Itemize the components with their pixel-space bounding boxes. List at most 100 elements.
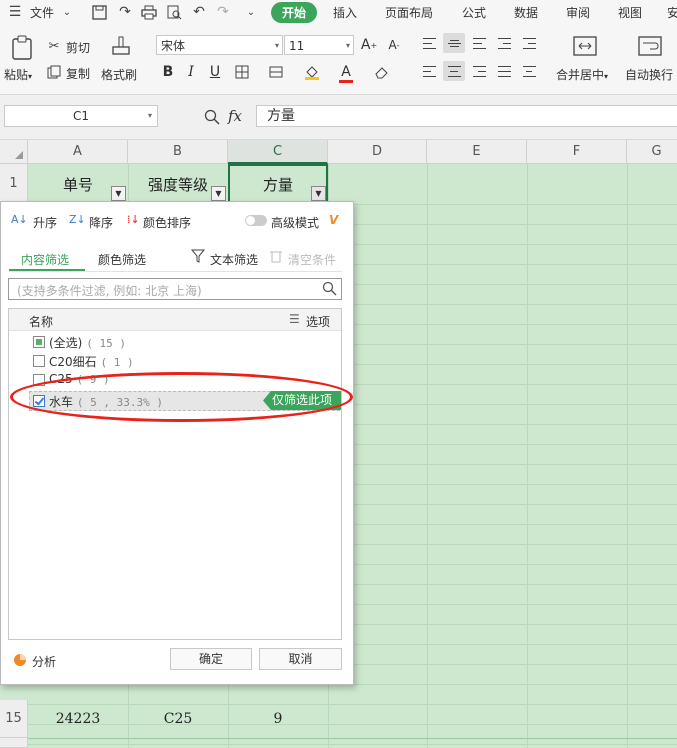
merge-center-button[interactable]: 合并居中▾	[556, 66, 608, 83]
tab-formulas[interactable]: 公式	[462, 4, 486, 21]
eraser-icon[interactable]	[372, 62, 392, 82]
align-right-icon[interactable]	[468, 61, 490, 81]
tab-page-layout[interactable]: 页面布局	[385, 4, 433, 21]
align-bottom-icon[interactable]	[468, 33, 490, 53]
tab-home[interactable]: 开始	[271, 2, 317, 23]
hamburger-icon[interactable]: ☰	[6, 3, 24, 21]
color-sort-button[interactable]: 颜色排序	[143, 214, 191, 231]
cut-button[interactable]: 剪切	[66, 39, 90, 56]
checkbox-c25[interactable]	[33, 374, 45, 386]
undo-icon[interactable]: ↶	[190, 3, 208, 21]
analysis-button[interactable]: 分析	[32, 653, 56, 670]
distribute-icon[interactable]	[518, 61, 540, 81]
advanced-mode-toggle[interactable]	[245, 215, 267, 226]
bold-button[interactable]: B	[158, 62, 178, 82]
tab-content-filter[interactable]: 内容筛选	[21, 251, 69, 268]
copy-icon[interactable]	[46, 64, 62, 80]
zoom-formula-icon[interactable]	[203, 108, 221, 126]
tab-color-filter[interactable]: 颜色筛选	[98, 251, 146, 268]
only-this-button[interactable]: 仅筛选此项	[263, 391, 341, 410]
options-button[interactable]: 选项	[306, 313, 330, 330]
list-item[interactable]: C25 ( 9 )	[49, 372, 110, 386]
filter-dropdown-icon[interactable]: ▼	[211, 186, 226, 201]
select-all-corner[interactable]	[0, 140, 28, 164]
row-header-15[interactable]: 15	[0, 700, 28, 738]
tab-data[interactable]: 数据	[514, 4, 538, 21]
wrap-text-icon[interactable]	[637, 34, 663, 58]
redo-icon[interactable]: ↷	[214, 3, 232, 21]
italic-button[interactable]: I	[181, 62, 201, 82]
checkbox-select-all[interactable]	[33, 336, 45, 348]
font-color-button[interactable]: A	[336, 62, 356, 83]
cell-a15[interactable]: 24223	[28, 700, 128, 738]
indent-decrease-icon[interactable]	[493, 33, 515, 53]
sort-desc-button[interactable]: 降序	[89, 214, 113, 231]
sort-desc-icon[interactable]: Z↓	[69, 213, 86, 226]
print-preview-icon[interactable]	[165, 3, 183, 21]
copy-button[interactable]: 复制	[66, 65, 90, 82]
column-header-c[interactable]: C	[228, 140, 328, 164]
save-icon[interactable]	[90, 3, 108, 21]
tab-review[interactable]: 审阅	[566, 4, 590, 21]
column-header-d[interactable]: D	[328, 140, 427, 164]
sort-asc-icon[interactable]: A↓	[11, 213, 28, 226]
cell-b15[interactable]: C25	[128, 700, 228, 738]
export-icon[interactable]: ↷	[116, 3, 134, 21]
align-center-icon[interactable]	[443, 61, 465, 81]
indent-increase-icon[interactable]	[518, 33, 540, 53]
align-middle-icon[interactable]	[443, 33, 465, 53]
sort-asc-button[interactable]: 升序	[33, 214, 57, 231]
wrap-text-button[interactable]: 自动换行	[625, 66, 673, 83]
row-header-16[interactable]	[0, 738, 28, 748]
column-header-a[interactable]: A	[28, 140, 128, 164]
fx-button[interactable]: fx	[228, 107, 242, 125]
funnel-icon[interactable]	[190, 249, 206, 267]
scissors-icon[interactable]: ✂	[46, 38, 62, 54]
color-sort-icon[interactable]: ⁞↓	[127, 213, 140, 226]
column-header-f[interactable]: F	[527, 140, 627, 164]
cell-style-icon[interactable]	[266, 62, 286, 82]
increase-font-icon[interactable]: A +	[359, 35, 379, 55]
checkbox-water-truck[interactable]	[33, 395, 45, 407]
checkbox-c20[interactable]	[33, 355, 45, 367]
column-header-e[interactable]: E	[427, 140, 527, 164]
pie-chart-icon[interactable]	[13, 653, 27, 670]
row-header-1[interactable]: 1	[0, 164, 28, 204]
more-icon[interactable]: ⌄	[242, 3, 260, 21]
tab-insert[interactable]: 插入	[333, 4, 357, 21]
clear-condition-button[interactable]: 清空条件	[288, 251, 336, 268]
print-icon[interactable]	[140, 3, 158, 21]
list-item[interactable]: C20细石 ( 1 )	[49, 353, 134, 370]
ok-button[interactable]: 确定	[170, 648, 252, 670]
formula-input[interactable]: 方量	[256, 105, 677, 127]
font-size-select[interactable]: 11 ▾	[284, 35, 354, 55]
align-left-icon[interactable]	[418, 61, 440, 81]
tab-security[interactable]: 安	[667, 4, 677, 21]
paste-icon[interactable]	[8, 34, 36, 62]
filter-dropdown-icon[interactable]: ▼	[311, 186, 326, 201]
filter-dropdown-icon[interactable]: ▼	[111, 186, 126, 201]
decrease-font-icon[interactable]: A-	[384, 35, 404, 55]
column-header-g[interactable]: G	[627, 140, 677, 164]
border-icon[interactable]	[232, 62, 252, 82]
text-filter-button[interactable]: 文本筛选	[210, 251, 258, 268]
underline-button[interactable]: U	[205, 62, 225, 82]
list-item[interactable]: (全选) ( 15 )	[49, 334, 126, 351]
align-top-icon[interactable]	[418, 33, 440, 53]
name-box[interactable]: C1 ▾	[4, 105, 158, 127]
font-name-select[interactable]: 宋体 ▾	[156, 35, 283, 55]
chevron-down-icon[interactable]: ⌄	[58, 3, 76, 21]
format-painter-button[interactable]: 格式刷	[101, 66, 137, 83]
search-icon[interactable]	[322, 281, 337, 299]
cancel-button[interactable]: 取消	[259, 648, 342, 670]
cell-c15[interactable]: 9	[228, 700, 328, 738]
options-icon[interactable]: ☰	[289, 312, 300, 326]
file-menu[interactable]: 文件	[30, 4, 54, 21]
merge-center-icon[interactable]	[572, 34, 598, 58]
format-painter-icon[interactable]	[108, 34, 134, 60]
fill-color-icon[interactable]	[302, 62, 322, 82]
tab-view[interactable]: 视图	[618, 4, 642, 21]
list-item[interactable]: 水车 ( 5 , 33.3% )	[49, 393, 163, 410]
paste-button[interactable]: 粘贴▾	[4, 66, 32, 83]
trash-icon[interactable]	[270, 249, 282, 266]
